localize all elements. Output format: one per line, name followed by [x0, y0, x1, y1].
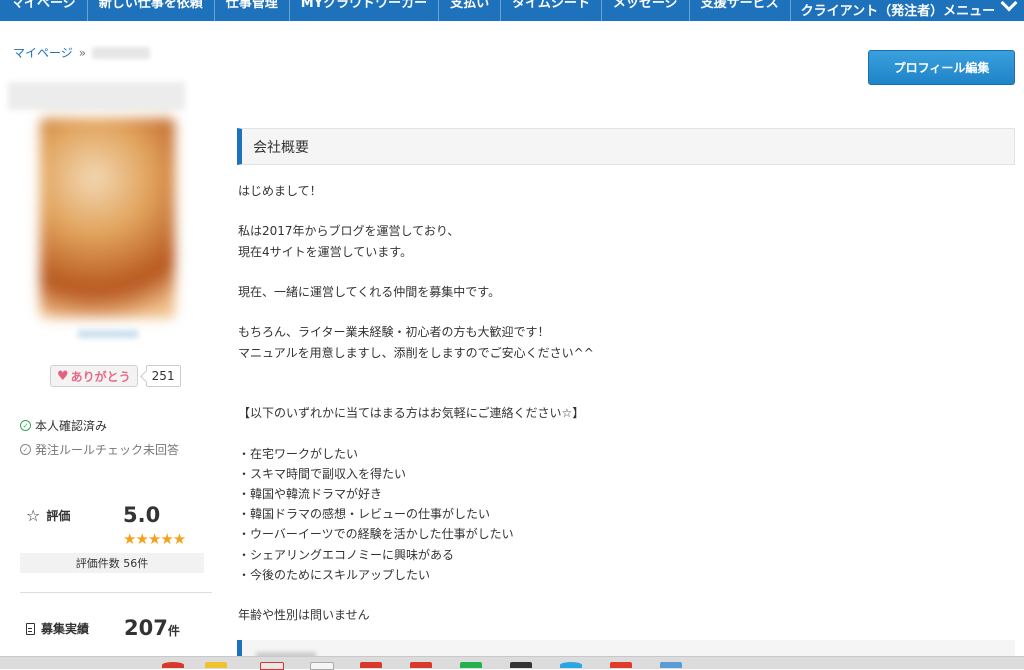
recruitment-label-text: 募集実績	[41, 622, 90, 636]
thanks-count: 251	[145, 365, 181, 387]
thanks-widget: ♥ ありがとう 251	[50, 365, 181, 387]
nav-mypage[interactable]: マイページ	[0, 0, 88, 21]
nav-support-label: 支援サービス	[700, 0, 779, 11]
nav-payment-label: 支払い	[450, 0, 490, 11]
client-name-blurred	[8, 82, 185, 110]
terminal-icon[interactable]	[510, 662, 532, 668]
order-rule-check: ✓ 発注ルールチェック未回答	[20, 441, 179, 458]
document-icon[interactable]	[310, 662, 334, 670]
nav-mypage-label: マイページ	[11, 0, 76, 11]
app-icon[interactable]	[360, 662, 382, 668]
app-icon[interactable]	[560, 662, 582, 668]
nav-new-job[interactable]: 新しい仕事を依頼	[88, 0, 215, 21]
app-icon[interactable]	[410, 662, 432, 668]
identity-verified-label: 本人確認済み	[35, 419, 108, 433]
order-rule-check-label: 発注ルールチェック未回答	[35, 443, 180, 457]
chevron-down-icon	[1000, 0, 1018, 11]
nav-job-management-label: 仕事管理	[225, 0, 278, 11]
chat-icon[interactable]	[460, 662, 482, 668]
client-menu-label: クライアント（発注者）メニュー	[800, 3, 996, 19]
thanks-label: ありがとう	[70, 369, 131, 384]
rating-label: ☆ 評価	[26, 506, 70, 525]
nav-message[interactable]: メッセージ	[602, 0, 690, 21]
recruitment-unit: 件	[167, 624, 180, 638]
heart-icon: ♥	[57, 368, 69, 384]
rating-count: 評価件数 56件	[20, 553, 204, 573]
browser-icon[interactable]	[162, 662, 184, 668]
app-icon[interactable]	[610, 662, 632, 668]
clipboard-icon	[26, 622, 35, 635]
nav-job-management[interactable]: 仕事管理	[215, 0, 290, 21]
company-overview-body: はじめまして！ 私は2017年からブログを運営しており、 現在4サイトを運営して…	[238, 184, 594, 623]
rating-value: 5.0	[123, 503, 161, 527]
app-icon[interactable]	[260, 662, 284, 670]
avatar	[40, 118, 175, 318]
breadcrumb-separator: »	[78, 45, 87, 60]
top-navigation: マイページ 新しい仕事を依頼 仕事管理 MYクラウドワーカー 支払い タイムシー…	[0, 0, 1024, 21]
breadcrumb: マイページ »	[13, 44, 151, 61]
section-heading-company-overview: 会社概要	[237, 128, 1015, 165]
nav-new-job-label: 新しい仕事を依頼	[98, 0, 203, 11]
check-circle-icon: ✓	[20, 420, 31, 431]
profile-edit-button[interactable]: プロフィール編集	[868, 50, 1015, 85]
nav-my-crowdworker[interactable]: MYクラウドワーカー	[290, 0, 440, 21]
breadcrumb-current-blurred	[92, 46, 151, 59]
breadcrumb-home[interactable]: マイページ	[13, 44, 73, 61]
nav-timesheet-label: タイムシート	[512, 0, 590, 11]
nav-my-crowdworker-label: MYクラウドワーカー	[300, 0, 428, 11]
folder-icon[interactable]	[205, 662, 227, 668]
rating-stars: ★★★★★	[123, 530, 186, 548]
avatar-caption-blurred	[78, 330, 138, 338]
check-circle-icon: ✓	[20, 444, 31, 455]
recruitment-value: 207件	[124, 616, 180, 640]
thanks-button[interactable]: ♥ ありがとう	[50, 365, 138, 387]
nav-payment[interactable]: 支払い	[439, 0, 502, 21]
rating-label-text: 評価	[46, 509, 71, 523]
recruitment-number: 207	[124, 616, 168, 640]
app-icon[interactable]	[660, 662, 682, 668]
nav-support[interactable]: 支援サービス	[690, 0, 791, 21]
identity-verified: ✓ 本人確認済み	[20, 417, 107, 434]
star-outline-icon: ☆	[26, 506, 41, 525]
client-menu[interactable]: クライアント（発注者）メニュー	[791, 0, 1024, 19]
section-title: 会社概要	[253, 139, 309, 156]
recruitment-label: 募集実績	[26, 620, 89, 637]
nav-message-label: メッセージ	[612, 0, 678, 11]
nav-timesheet[interactable]: タイムシート	[501, 0, 602, 21]
divider	[20, 592, 212, 593]
